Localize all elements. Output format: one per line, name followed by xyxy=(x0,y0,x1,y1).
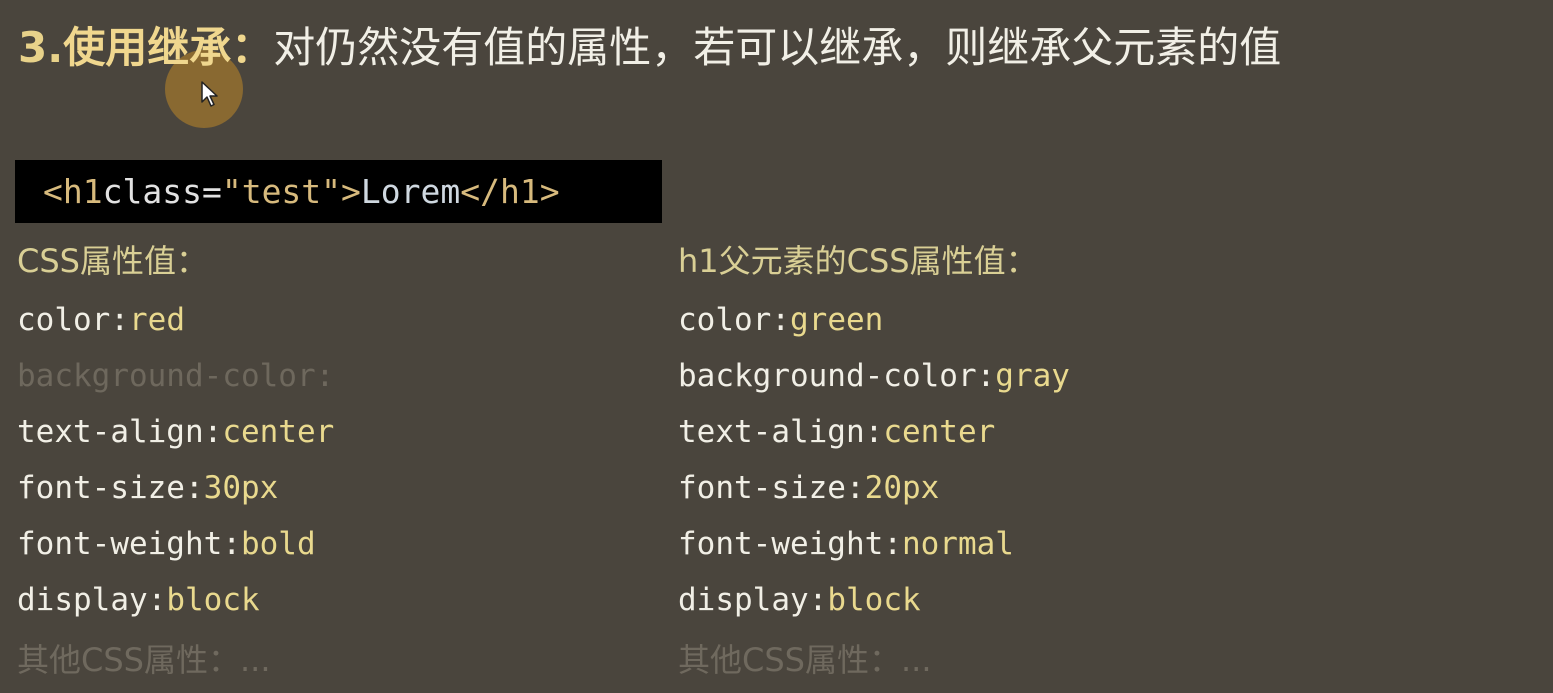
property-value: block xyxy=(166,582,260,618)
property-value: gray xyxy=(995,358,1070,394)
property-line: text-align:center xyxy=(678,414,996,450)
code-content: Lorem xyxy=(360,172,461,211)
column-heading: CSS属性值： xyxy=(17,242,208,280)
property-list: color:green background-color:gray text-a… xyxy=(678,292,1070,628)
title-colon: ： xyxy=(231,23,274,72)
property-line: font-size:20px xyxy=(678,470,940,506)
title-number: 3. xyxy=(18,23,64,72)
property-line: display:block xyxy=(17,582,260,618)
property-line: color:red xyxy=(17,302,185,338)
mouse-pointer-icon xyxy=(201,81,218,107)
property-name: color xyxy=(17,302,111,338)
property-name: color xyxy=(678,302,772,338)
property-value: center xyxy=(222,414,335,450)
property-line: display:block xyxy=(678,582,921,618)
property-name: display xyxy=(17,582,148,618)
code-snippet: <h1 class= "test" > Lorem </h1> xyxy=(15,160,662,223)
property-name: font-weight xyxy=(17,526,223,562)
property-value: green xyxy=(790,302,884,338)
property-line: font-size:30px xyxy=(17,470,279,506)
property-value: bold xyxy=(240,526,316,562)
parent-css-column: h1父元素的CSS属性值： color:green background-col… xyxy=(678,236,1070,692)
property-name: text-align xyxy=(678,414,865,450)
property-line: color:green xyxy=(678,302,884,338)
property-name: background-color xyxy=(17,358,316,394)
property-value: 20px xyxy=(864,470,940,506)
code-close-tag: </h1> xyxy=(460,172,560,211)
property-value: block xyxy=(827,582,921,618)
column-heading: h1父元素的CSS属性值： xyxy=(678,242,1038,280)
property-value: red xyxy=(129,302,185,338)
code-attr-name: class= xyxy=(102,172,222,211)
property-line: background-color:gray xyxy=(678,358,1070,394)
property-value: normal xyxy=(901,526,1014,562)
property-line: font-weight:normal xyxy=(678,526,1014,562)
property-line: text-align:center xyxy=(17,414,335,450)
other-properties: 其他CSS属性：... xyxy=(17,641,271,679)
property-name: background-color xyxy=(678,358,977,394)
property-name: font-size xyxy=(17,470,185,506)
code-open-tag-end: > xyxy=(341,172,361,211)
property-value: center xyxy=(883,414,996,450)
code-open-tag: <h1 xyxy=(43,172,103,211)
slide: 3.使用继承：对仍然没有值的属性，若可以继承，则继承父元素的值 <h1 clas… xyxy=(0,0,1553,693)
property-name: text-align xyxy=(17,414,204,450)
element-css-column: CSS属性值： color:red background-color: text… xyxy=(17,236,334,692)
property-name: display xyxy=(678,582,809,618)
property-line: background-color: xyxy=(17,358,335,394)
property-line: font-weight:bold xyxy=(17,526,316,562)
slide-title: 3.使用继承：对仍然没有值的属性，若可以继承，则继承父元素的值 xyxy=(18,18,1281,78)
property-value: 30px xyxy=(203,470,279,506)
property-name: font-size xyxy=(678,470,846,506)
property-name: font-weight xyxy=(678,526,884,562)
property-list: color:red background-color: text-align:c… xyxy=(17,292,334,628)
title-description: 对仍然没有值的属性，若可以继承，则继承父元素的值 xyxy=(273,23,1282,72)
title-keyword: 使用继承 xyxy=(63,23,232,72)
code-attr-value: "test" xyxy=(221,172,342,211)
other-properties: 其他CSS属性：... xyxy=(678,641,932,679)
